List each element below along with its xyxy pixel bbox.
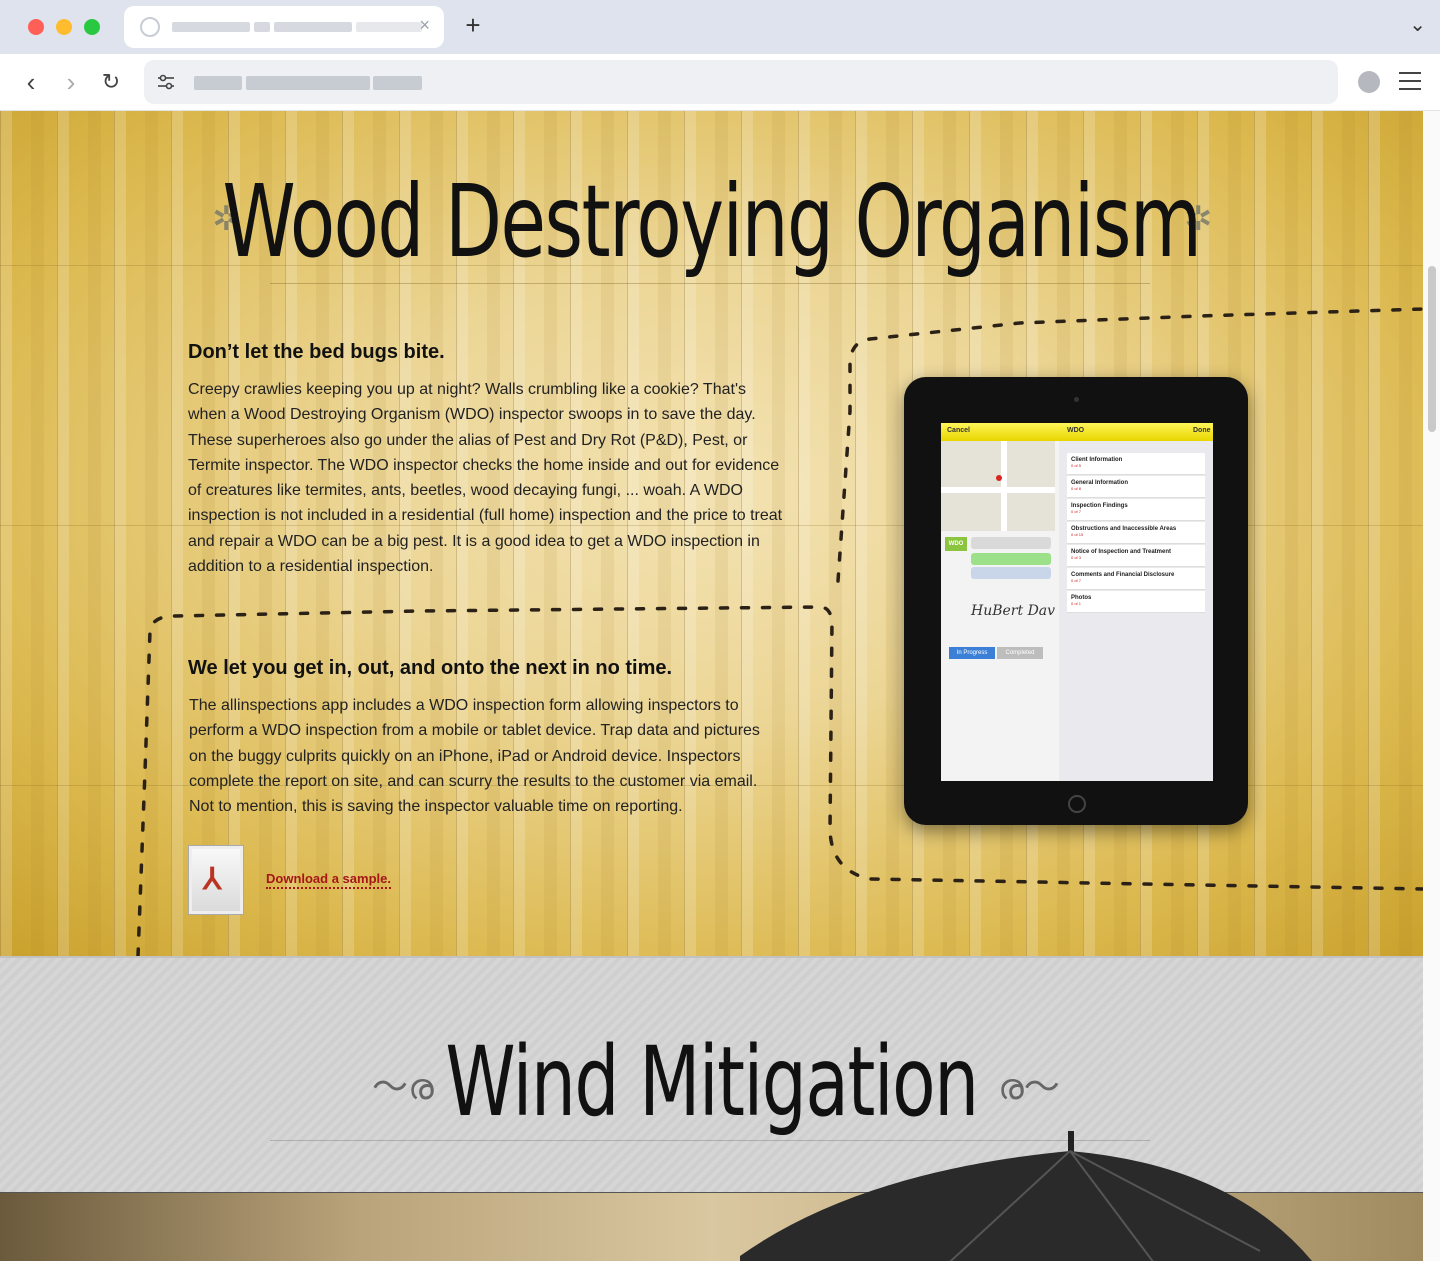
tab-title-placeholder	[254, 22, 270, 32]
paragraph-line: The allinspections app includes a WDO in…	[189, 697, 739, 714]
url-placeholder	[373, 76, 422, 90]
ipad-signature: HuBert Dav	[971, 603, 1056, 619]
download-sample-link[interactable]: Download a sample.	[266, 871, 391, 889]
ipad-screenshot: Cancel WDO Done WDO HuBert Dav In Progre…	[904, 377, 1248, 825]
wdo-title: Wood Destroying Organism	[222, 163, 1202, 280]
umbrella-image	[740, 1131, 1312, 1261]
paragraph-line: on the buggy culprits quickly on an iPho…	[189, 747, 741, 765]
browser-toolbar: ‹ › ↻	[0, 54, 1440, 111]
swirl-ornament-icon: ര〜	[998, 1066, 1060, 1107]
ipad-wdo-badge: WDO	[945, 537, 967, 551]
ipad-list-item: Comments and Financial Disclosure 0 of 7	[1067, 568, 1205, 590]
paragraph-line: and repair a WDO can be a big pest. It i…	[188, 532, 760, 550]
ipad-home-button	[1068, 795, 1086, 813]
ipad-camera	[1074, 397, 1079, 402]
back-icon[interactable]: ‹	[16, 64, 46, 100]
tab-title-placeholder	[274, 22, 352, 32]
map-pin-icon	[996, 475, 1002, 481]
profile-avatar[interactable]	[1358, 71, 1380, 93]
wind-title: Wind Mitigation	[445, 1026, 979, 1138]
ipad-list-item: Obstructions and Inaccessible Areas 0 of …	[1067, 522, 1205, 544]
scrollbar-thumb[interactable]	[1428, 266, 1436, 432]
ipad-nav-title: WDO	[1067, 427, 1085, 434]
tab-title-placeholder	[172, 22, 250, 32]
paragraph-line: when a Wood Destroying Organism (WDO) in…	[188, 406, 756, 424]
ipad-list-item: Photos 0 of 1	[1067, 591, 1205, 613]
menu-icon[interactable]	[1399, 72, 1421, 96]
tab-list-chevron-icon[interactable]: ⌄	[1409, 12, 1426, 37]
paragraph-line: Termite inspector. The WDO inspector che…	[188, 456, 780, 474]
ipad-map	[941, 441, 1055, 531]
ipad-completed-tab: Completed	[997, 647, 1043, 659]
address-bar[interactable]	[144, 60, 1338, 104]
new-tab-button[interactable]: +	[460, 10, 486, 40]
wdo-description: Creepy crawlies keeping you up at night?…	[188, 377, 782, 579]
section-heading-bed-bugs: Don’t let the bed bugs bite.	[188, 341, 445, 363]
ipad-list-item: Notice of Inspection and Treatment 0 of 3	[1067, 545, 1205, 567]
paragraph-line: Creepy crawlies keeping you up at night?…	[188, 381, 746, 398]
ipad-form-list: Client Information 0 of 5 General Informa…	[1059, 441, 1213, 781]
paragraph-line: complete the report on site, and can scu…	[189, 772, 758, 790]
paragraph-line: of creatures like termites, ants, beetle…	[188, 482, 743, 500]
ipad-in-progress-tab: In Progress	[949, 647, 995, 659]
app-description: The allinspections app includes a WDO in…	[189, 693, 760, 819]
title-divider	[270, 283, 1150, 284]
ipad-screen: Cancel WDO Done WDO HuBert Dav In Progre…	[941, 423, 1213, 781]
url-placeholder	[246, 76, 370, 90]
ipad-navbar: Cancel WDO Done	[941, 423, 1213, 441]
paragraph-line: Not to mention, this is saving the inspe…	[189, 798, 683, 816]
page-viewport: ✲ ✲ Wood Destroying Organism Don’t let t…	[0, 111, 1423, 1261]
minimize-window-button[interactable]	[56, 19, 72, 35]
ipad-list-item: General Information 0 of 8	[1067, 476, 1205, 498]
wdo-section: ✲ ✲ Wood Destroying Organism Don’t let t…	[0, 111, 1423, 956]
ipad-cancel-label: Cancel	[947, 427, 970, 434]
zoom-window-button[interactable]	[84, 19, 100, 35]
browser-tab[interactable]: ×	[124, 6, 444, 48]
url-placeholder	[194, 76, 242, 90]
pdf-download-icon[interactable]: ⅄	[188, 845, 244, 915]
ipad-phone-row	[971, 553, 1051, 565]
ipad-address-row	[971, 537, 1051, 549]
ipad-done-label: Done	[1193, 427, 1211, 434]
browser-titlebar: × + ⌄	[0, 0, 1440, 54]
ipad-list-item: Inspection Findings 0 of 7	[1067, 499, 1205, 521]
site-settings-icon[interactable]	[156, 72, 176, 92]
tab-close-icon[interactable]: ×	[419, 15, 430, 36]
ipad-list-item: Client Information 0 of 5	[1067, 453, 1205, 475]
tab-title-placeholder	[356, 22, 422, 32]
paragraph-line: perform a WDO inspection from a mobile o…	[189, 722, 760, 740]
paragraph-line: inspection is not included in a resident…	[188, 507, 783, 525]
ipad-email-row	[971, 567, 1051, 579]
forward-icon[interactable]: ›	[56, 64, 86, 100]
paragraph-line: addition to a residential inspection.	[188, 558, 434, 576]
section-heading-app: We let you get in, out, and onto the nex…	[188, 657, 673, 679]
reload-icon[interactable]: ↻	[96, 64, 126, 100]
close-window-button[interactable]	[28, 19, 44, 35]
tab-loading-icon	[140, 17, 160, 37]
paragraph-line: These superheroes also go under the alia…	[188, 431, 748, 449]
